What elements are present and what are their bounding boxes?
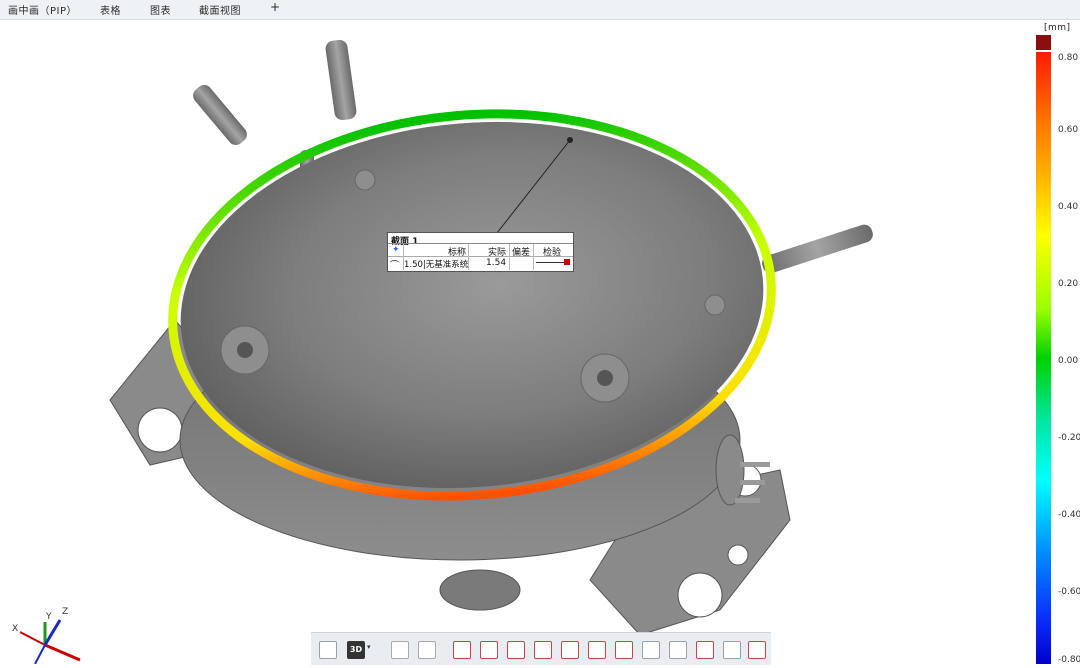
- tab-chart[interactable]: 图表: [150, 2, 171, 17]
- check-tool-icon[interactable]: [696, 641, 714, 659]
- scale-tick: -0.60: [1058, 587, 1080, 597]
- section-label-box[interactable]: 截面 1 ✦ 标称 实际 偏差 检验 ⌒ 1.50|无基准系统 1.54: [387, 232, 574, 272]
- view-mode-3d-button[interactable]: 3D: [347, 641, 365, 659]
- header-nominal: 标称: [448, 248, 467, 258]
- axis-y-label: Y: [46, 612, 52, 622]
- scale-tick: -0.40: [1058, 510, 1080, 520]
- color-scale-bar: [1036, 52, 1051, 664]
- export-tool-icon[interactable]: [748, 641, 766, 659]
- cross-icon: ✦: [392, 245, 400, 255]
- axis-x-label: X: [12, 624, 19, 634]
- scale-tick: 0.60: [1058, 125, 1079, 135]
- value-actual: 1.54: [486, 258, 507, 268]
- scale-tick: 0.40: [1058, 202, 1079, 212]
- delete-tool-icon[interactable]: [723, 641, 741, 659]
- point-tool-icon[interactable]: [453, 641, 471, 659]
- scale-tick: 0.80: [1058, 53, 1079, 63]
- axis-z-label: Z: [62, 607, 69, 617]
- value-nominal: 1.50|无基准系统: [404, 260, 469, 270]
- tab-pip[interactable]: 画中画（PIP）: [8, 2, 77, 17]
- check-marker: [564, 259, 570, 265]
- select-icon[interactable]: [391, 641, 409, 659]
- frame-tool-icon[interactable]: [561, 641, 579, 659]
- scale-tick: 0.00: [1058, 356, 1079, 366]
- display-icon[interactable]: [319, 641, 337, 659]
- grid-tool-icon[interactable]: [642, 641, 660, 659]
- rectangle-tool-icon[interactable]: [534, 641, 552, 659]
- axis-triad: [19, 619, 81, 665]
- header-actual: 实际: [488, 248, 507, 258]
- fit-view-icon[interactable]: [669, 641, 687, 659]
- over-limit-swatch: [1036, 35, 1051, 50]
- check-gauge: [536, 262, 566, 263]
- add-tab-button[interactable]: +: [270, 0, 281, 14]
- bottom-toolbar: 3D ▾: [311, 632, 771, 665]
- compressor-shell-model[interactable]: [0, 20, 1030, 665]
- line-tool-icon[interactable]: [507, 641, 525, 659]
- scale-tick: -0.20: [1058, 433, 1080, 443]
- link-tool-icon[interactable]: [615, 641, 633, 659]
- tab-bar: 画中画（PIP） 表格 图表 截面视图 +: [0, 0, 1080, 20]
- 3d-viewport[interactable]: [0, 20, 1030, 665]
- header-check: 检验: [543, 248, 562, 258]
- arc-icon: ⌒: [390, 261, 400, 271]
- scale-unit: [mm]: [1044, 23, 1071, 33]
- tab-section-view[interactable]: 截面视图: [199, 2, 241, 17]
- tab-table[interactable]: 表格: [100, 2, 121, 17]
- angle-tool-icon[interactable]: [588, 641, 606, 659]
- plane-tool-icon[interactable]: [480, 641, 498, 659]
- dropdown-icon[interactable]: ▾: [367, 643, 371, 651]
- header-deviation: 偏差: [512, 248, 531, 258]
- scale-tick: 0.20: [1058, 279, 1079, 289]
- split-view-icon[interactable]: [418, 641, 436, 659]
